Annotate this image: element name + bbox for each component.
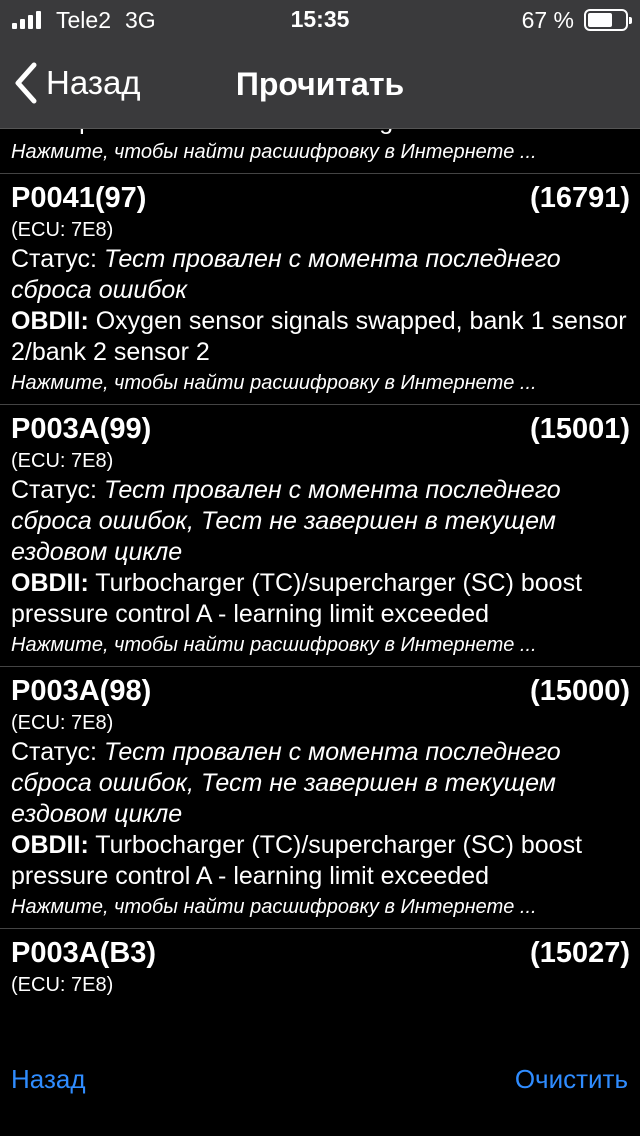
obd-line: OBDII: Turbocharger (TC)/supercharger (S…: [11, 830, 630, 892]
dtc-code: P0041(97): [11, 182, 147, 214]
obd-label: OBDII:: [11, 831, 89, 859]
status-line: Статус: Тест провален с момента последне…: [11, 244, 630, 306]
list-item-partial[interactable]: boost pressure control B - learning limi…: [0, 128, 640, 1007]
dtc-count: (15001): [530, 413, 630, 445]
obd-description: Turbocharger (TC)/supercharger (SC) boos…: [11, 831, 583, 890]
trouble-code-list: boost pressure control B - learning limi…: [0, 128, 640, 1028]
status-line: Статус: Тест провален с момента последне…: [11, 737, 630, 830]
search-hint-link[interactable]: Нажмите, чтобы найти расшифровку в Интер…: [11, 894, 630, 920]
obd-description: boost pressure control B - learning limi…: [11, 128, 630, 137]
dtc-count: (16791): [530, 182, 630, 214]
ecu-label: (ECU: 7E8): [11, 219, 114, 241]
obd-label: OBDII:: [11, 569, 89, 597]
status-label: Статус:: [11, 476, 97, 504]
navigation-bar: Назад Прочитать: [0, 40, 640, 129]
search-hint-link[interactable]: Нажмите, чтобы найти расшифровку в Интер…: [11, 139, 630, 165]
bottom-toolbar: Назад Очистить: [0, 1028, 640, 1136]
list-item[interactable]: P003A(99) (15001) (ECU: 7E8) Статус: Тест…: [0, 405, 640, 667]
dtc-count: (15027): [530, 937, 630, 969]
status-right: 67 %: [521, 6, 632, 34]
search-hint-link[interactable]: Нажмите, чтобы найти расшифровку в Интер…: [11, 632, 630, 658]
obd-description: Oxygen sensor signals swapped, bank 1 se…: [11, 307, 627, 366]
ecu-label: (ECU: 7E8): [11, 450, 114, 472]
clear-button[interactable]: Очистить: [515, 1064, 628, 1095]
list-item[interactable]: P003A(B3) (15027) (ECU: 7E8): [0, 929, 640, 1007]
search-hint-link[interactable]: Нажмите, чтобы найти расшифровку в Интер…: [11, 370, 630, 396]
dtc-count: (15000): [530, 675, 630, 707]
status-label: Статус:: [11, 738, 97, 766]
ecu-label: (ECU: 7E8): [11, 974, 114, 996]
ecu-label: (ECU: 7E8): [11, 712, 114, 734]
battery-icon: [584, 9, 632, 31]
battery-percent: 67 %: [521, 6, 574, 33]
list-item[interactable]: P0041(97) (16791) (ECU: 7E8) Статус: Тест…: [0, 174, 640, 405]
back-button[interactable]: Назад: [11, 1064, 86, 1095]
status-label: Статус:: [11, 245, 97, 273]
dtc-code: P003A(98): [11, 675, 152, 707]
dtc-code: P003A(99): [11, 413, 152, 445]
page-title: Прочитать: [235, 66, 405, 102]
obd-label: OBDII:: [11, 307, 89, 335]
list-item[interactable]: P003A(98) (15000) (ECU: 7E8) Статус: Тест…: [0, 667, 640, 929]
status-line: Статус: Тест провален с момента последне…: [11, 475, 630, 568]
dtc-code: P003A(B3): [11, 937, 157, 969]
obd-line: OBDII: Turbocharger (TC)/supercharger (S…: [11, 568, 630, 630]
obd-line: OBDII: Oxygen sensor signals swapped, ba…: [11, 306, 630, 368]
obd-description: Turbocharger (TC)/supercharger (SC) boos…: [11, 569, 583, 628]
status-bar: Tele2 3G 15:35 67 %: [0, 0, 640, 40]
